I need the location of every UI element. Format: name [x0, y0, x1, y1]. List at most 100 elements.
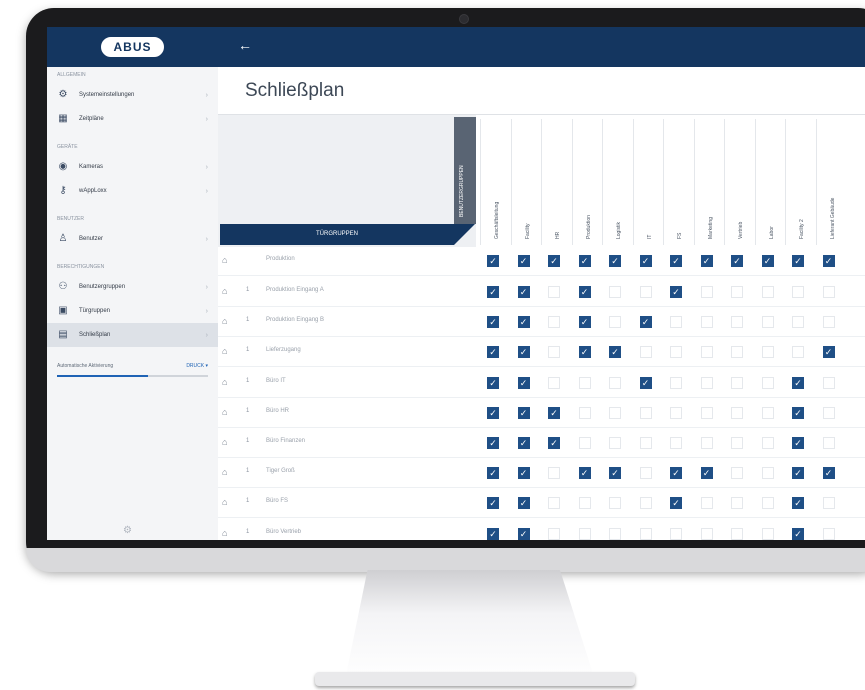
permission-checkbox[interactable]: ✓	[700, 467, 713, 480]
permission-checkbox[interactable]: ✓	[822, 255, 835, 267]
permission-checkbox[interactable]	[609, 316, 621, 329]
permission-checkbox[interactable]: ✓	[487, 286, 499, 298]
column-header[interactable]: Vertrieb	[724, 119, 755, 245]
permission-checkbox[interactable]	[700, 437, 713, 449]
permission-checkbox[interactable]	[578, 376, 591, 389]
permission-checkbox[interactable]: ✓	[578, 346, 591, 359]
permission-checkbox[interactable]: ✓	[670, 255, 682, 267]
permission-checkbox[interactable]: ✓	[487, 255, 499, 267]
column-header[interactable]: HR	[541, 119, 572, 245]
column-header[interactable]: Labor	[754, 119, 786, 245]
permission-checkbox[interactable]	[822, 376, 835, 389]
permission-checkbox[interactable]: ✓	[792, 527, 804, 540]
permission-checkbox[interactable]	[761, 346, 774, 359]
permission-checkbox[interactable]: ✓	[639, 376, 652, 389]
permission-checkbox[interactable]	[700, 406, 713, 419]
permission-checkbox[interactable]	[609, 376, 621, 389]
permission-checkbox[interactable]	[609, 286, 621, 298]
permission-checkbox[interactable]: ✓	[517, 346, 530, 359]
permission-checkbox[interactable]	[609, 437, 621, 449]
sidebar-item-kameras[interactable]: ◉ Kameras ›	[47, 155, 218, 179]
permission-checkbox[interactable]	[731, 497, 743, 510]
permission-checkbox[interactable]	[670, 376, 682, 389]
permission-checkbox[interactable]: ✓	[487, 406, 499, 419]
column-header[interactable]: Produktion	[571, 119, 603, 245]
permission-checkbox[interactable]: ✓	[792, 376, 804, 389]
permission-checkbox[interactable]: ✓	[792, 497, 804, 510]
permission-checkbox[interactable]: ✓	[792, 255, 804, 267]
permission-checkbox[interactable]: ✓	[700, 255, 713, 267]
permission-checkbox[interactable]	[609, 406, 621, 419]
permission-checkbox[interactable]: ✓	[487, 376, 499, 389]
permission-checkbox[interactable]	[639, 527, 652, 540]
permission-checkbox[interactable]	[822, 527, 835, 540]
permission-checkbox[interactable]	[578, 497, 591, 510]
permission-checkbox[interactable]: ✓	[639, 255, 652, 267]
permission-checkbox[interactable]: ✓	[609, 255, 621, 267]
permission-checkbox[interactable]	[731, 346, 743, 359]
permission-checkbox[interactable]	[639, 467, 652, 480]
permission-checkbox[interactable]	[700, 316, 713, 329]
permission-checkbox[interactable]	[792, 286, 804, 298]
permission-checkbox[interactable]: ✓	[517, 255, 530, 267]
column-header[interactable]: Facility	[510, 119, 542, 245]
permission-checkbox[interactable]	[761, 376, 774, 389]
permission-checkbox[interactable]	[578, 527, 591, 540]
permission-checkbox[interactable]	[609, 527, 621, 540]
permission-checkbox[interactable]: ✓	[578, 255, 591, 267]
permission-checkbox[interactable]	[670, 437, 682, 449]
permission-checkbox[interactable]: ✓	[487, 346, 499, 359]
sidebar-item-t-rgruppen[interactable]: ▣ Türgruppen ›	[47, 299, 218, 323]
permission-checkbox[interactable]	[761, 316, 774, 329]
permission-checkbox[interactable]	[670, 316, 682, 329]
permission-checkbox[interactable]: ✓	[822, 467, 835, 480]
permission-checkbox[interactable]	[639, 497, 652, 510]
sidebar-item-systemeinstellungen[interactable]: ⚙ Systemeinstellungen ›	[47, 83, 218, 107]
permission-checkbox[interactable]	[639, 437, 652, 449]
permission-checkbox[interactable]	[761, 286, 774, 298]
permission-checkbox[interactable]: ✓	[792, 406, 804, 419]
permission-checkbox[interactable]: ✓	[548, 406, 560, 419]
permission-checkbox[interactable]: ✓	[517, 286, 530, 298]
permission-checkbox[interactable]	[761, 467, 774, 480]
permission-checkbox[interactable]: ✓	[487, 527, 499, 540]
permission-checkbox[interactable]	[761, 527, 774, 540]
permission-checkbox[interactable]: ✓	[517, 406, 530, 419]
permission-checkbox[interactable]: ✓	[548, 437, 560, 449]
permission-checkbox[interactable]: ✓	[761, 255, 774, 267]
permission-checkbox[interactable]	[700, 286, 713, 298]
permission-checkbox[interactable]	[761, 497, 774, 510]
permission-checkbox[interactable]: ✓	[639, 316, 652, 329]
permission-checkbox[interactable]	[609, 497, 621, 510]
permission-checkbox[interactable]	[822, 437, 835, 449]
permission-checkbox[interactable]	[731, 437, 743, 449]
permission-checkbox[interactable]: ✓	[487, 467, 499, 480]
permission-checkbox[interactable]	[670, 406, 682, 419]
permission-checkbox[interactable]	[822, 286, 835, 298]
back-arrow-icon[interactable]: ←	[238, 37, 252, 53]
column-header[interactable]: IT	[632, 119, 664, 245]
permission-checkbox[interactable]: ✓	[670, 497, 682, 510]
permission-checkbox[interactable]: ✓	[578, 286, 591, 298]
permission-checkbox[interactable]	[578, 437, 591, 449]
permission-checkbox[interactable]	[670, 346, 682, 359]
sidebar-item-zeitpl-ne[interactable]: ▦ Zeitpläne ›	[47, 107, 218, 131]
permission-checkbox[interactable]: ✓	[670, 286, 682, 298]
permission-checkbox[interactable]	[700, 376, 713, 389]
permission-checkbox[interactable]	[700, 527, 713, 540]
permission-checkbox[interactable]	[731, 286, 743, 298]
permission-checkbox[interactable]: ✓	[792, 467, 804, 480]
permission-checkbox[interactable]: ✓	[517, 316, 530, 329]
permission-checkbox[interactable]: ✓	[670, 467, 682, 480]
permission-checkbox[interactable]	[670, 527, 682, 540]
permission-checkbox[interactable]	[792, 316, 804, 329]
permission-checkbox[interactable]	[731, 376, 743, 389]
permission-checkbox[interactable]: ✓	[517, 376, 530, 389]
sidebar-item-benutzergruppen[interactable]: ⚇ Benutzergruppen ›	[47, 275, 218, 299]
column-header[interactable]: Geschäftsleitung	[480, 119, 511, 245]
permission-checkbox[interactable]: ✓	[548, 255, 560, 267]
permission-checkbox[interactable]	[700, 497, 713, 510]
permission-checkbox[interactable]: ✓	[517, 437, 530, 449]
permission-checkbox[interactable]	[548, 286, 560, 298]
permission-checkbox[interactable]	[639, 286, 652, 298]
